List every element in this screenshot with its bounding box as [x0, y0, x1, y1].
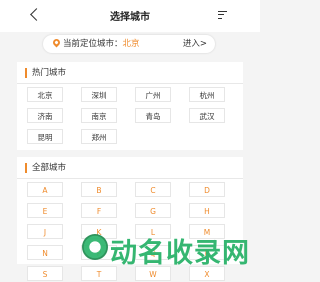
letter-F[interactable]: F: [81, 203, 117, 218]
city-郑州[interactable]: 郑州: [81, 129, 117, 144]
watermark-text: 动名收录网: [110, 238, 250, 269]
watermark-mark-icon: [82, 234, 108, 260]
enter-button[interactable]: 进入>: [183, 35, 207, 53]
letter-J[interactable]: J: [27, 224, 63, 239]
header-bar: 选择城市: [0, 0, 260, 32]
letter-E[interactable]: E: [27, 203, 63, 218]
letter-B[interactable]: B: [81, 182, 117, 197]
letter-D[interactable]: D: [189, 182, 225, 197]
city-济南[interactable]: 济南: [27, 108, 63, 123]
all-cities-title: 全部城市: [25, 163, 66, 173]
divider: [17, 83, 243, 84]
list-menu-icon[interactable]: [218, 11, 227, 19]
city-深圳[interactable]: 深圳: [81, 87, 117, 102]
city-南京[interactable]: 南京: [81, 108, 117, 123]
letter-C[interactable]: C: [135, 182, 171, 197]
city-杭州[interactable]: 杭州: [189, 87, 225, 102]
letter-H[interactable]: H: [189, 203, 225, 218]
current-location-label: 当前定位城市：北京: [63, 39, 140, 49]
letter-A[interactable]: A: [27, 182, 63, 197]
city-青岛[interactable]: 青岛: [135, 108, 171, 123]
current-city: 北京: [122, 39, 140, 49]
city-北京[interactable]: 北京: [27, 87, 63, 102]
city-昆明[interactable]: 昆明: [27, 129, 63, 144]
divider: [17, 178, 243, 179]
letter-G[interactable]: G: [135, 203, 171, 218]
hot-cities-title: 热门城市: [25, 68, 66, 78]
watermark-logo: 动名收录网: [80, 228, 260, 269]
location-pin-icon: [51, 37, 62, 48]
city-武汉[interactable]: 武汉: [189, 108, 225, 123]
city-广州[interactable]: 广州: [135, 87, 171, 102]
hot-cities-panel: 热门城市 北京 深圳 广州 杭州济南 南京 青岛 武汉昆明 郑州: [17, 62, 243, 150]
current-location-bar[interactable]: 当前定位城市：北京 进入>: [43, 35, 215, 53]
letter-S[interactable]: S: [27, 266, 63, 281]
letter-N[interactable]: N: [27, 245, 63, 260]
